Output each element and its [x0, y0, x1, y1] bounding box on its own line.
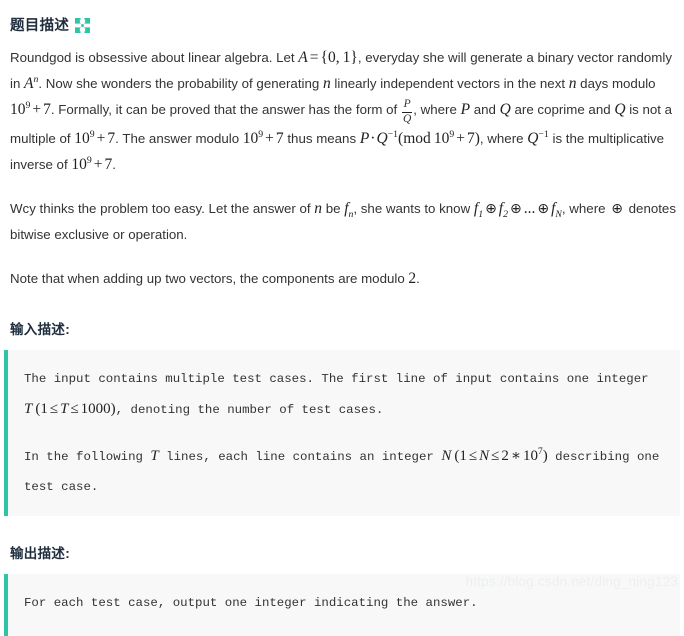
p1-math-P-1: P — [460, 101, 471, 118]
p3-text-1: Note that when adding up two vectors, th… — [10, 271, 409, 287]
p1-text-4: linearly independent vectors in the next — [330, 76, 569, 91]
fraction-numerator: P — [403, 97, 411, 110]
input-math-T: T — [150, 448, 159, 465]
input-description-heading: 输入描述: — [10, 322, 70, 338]
p1-text-3: . Now she wonders the probability of gen… — [38, 76, 323, 91]
p2-math-xor-symbol: ⊕ — [611, 201, 623, 218]
fraction-denominator: Q — [402, 112, 412, 125]
input-line-2: In the following T lines, each line cont… — [24, 441, 664, 502]
p2-text-3: , she wants to know — [353, 201, 474, 217]
input-description-block: The input contains multiple test cases. … — [4, 350, 680, 517]
p1-math-mod-1: 109 +7 — [10, 99, 51, 118]
input-math-T-range: T (1 ≤ T ≤1000) — [24, 401, 116, 418]
p1-text-8: and — [470, 102, 500, 117]
p1-math-Q-inv-mod: Q−1(mod 109 +7) — [376, 129, 480, 148]
input-line-2-text-a: In the following — [24, 450, 151, 465]
input-line-1: The input contains multiple test cases. … — [24, 364, 664, 425]
p3-math-two: 2 — [408, 270, 417, 288]
p1-text-9: are coprime and — [510, 102, 615, 117]
expand-arrows-icon[interactable] — [75, 18, 91, 33]
p1-text-6: . Formally, it can be proved that the an… — [50, 102, 401, 117]
p2-text-2: be — [322, 201, 345, 217]
input-line-1-text-b: , denoting the number of test cases. — [115, 403, 384, 418]
page-title: 题目描述 — [10, 14, 676, 35]
p1-math-Q-2: Q — [614, 101, 626, 118]
p1-math-A-pow-n: An — [24, 73, 39, 92]
problem-paragraph-1: Roundgod is obsessive about linear algeb… — [10, 45, 676, 178]
page-title-text: 题目描述 — [10, 18, 70, 34]
problem-page: 题目描述 Roundgod is obsessive about linear … — [0, 14, 684, 636]
problem-paragraph-note: Note that when adding up two vectors, th… — [10, 266, 676, 292]
input-line-1-text-a: The input contains multiple test cases. … — [24, 372, 649, 387]
p1-text-7: , where — [413, 102, 461, 117]
p1-math-Q-inv: Q−1 — [527, 129, 549, 148]
p1-text-1: Roundgod is obsessive about linear algeb… — [10, 50, 299, 65]
p2-math-xor-chain: f1 ⊕ f2 ⊕... ⊕ fN — [473, 200, 562, 221]
p3-text-2: . — [416, 271, 420, 287]
p1-math-n-1: n — [322, 75, 331, 92]
p1-text-13: , where — [479, 131, 528, 147]
input-line-2-text-b: lines, each line contains an integer — [158, 450, 442, 465]
p1-math-mod-4: 109 +7 — [71, 155, 113, 174]
p1-math-P-dot: P· — [359, 130, 376, 148]
p1-text-12: thus means — [283, 131, 360, 147]
p1-text-11: . The answer modulo — [115, 131, 243, 147]
p1-text-5: days modulo — [576, 76, 656, 91]
p2-text-4: , where — [561, 201, 610, 217]
output-description-block: For each test case, output one integer i… — [4, 574, 680, 636]
problem-paragraph-2: Wcy thinks the problem too easy. Let the… — [10, 196, 676, 248]
p1-math-Q-1: Q — [499, 101, 511, 118]
p2-math-f-n: fn — [344, 200, 354, 221]
p1-math-A-set: A = {0, 1} — [298, 49, 358, 66]
p1-math-mod-2: 109 +7 — [74, 129, 116, 148]
p2-math-n: n — [314, 200, 323, 218]
p1-fraction-p-over-q: PQ — [401, 97, 413, 125]
p2-text-1: Wcy thinks the problem too easy. Let the… — [10, 201, 315, 217]
output-line-1: For each test case, output one integer i… — [24, 596, 478, 611]
output-description-heading: 输出描述: — [10, 546, 70, 562]
p1-math-mod-3: 109 +7 — [242, 129, 284, 148]
p1-text-15: . — [112, 157, 116, 173]
input-math-N-range: N (1 ≤ N ≤2 ∗ 107) — [441, 447, 548, 465]
